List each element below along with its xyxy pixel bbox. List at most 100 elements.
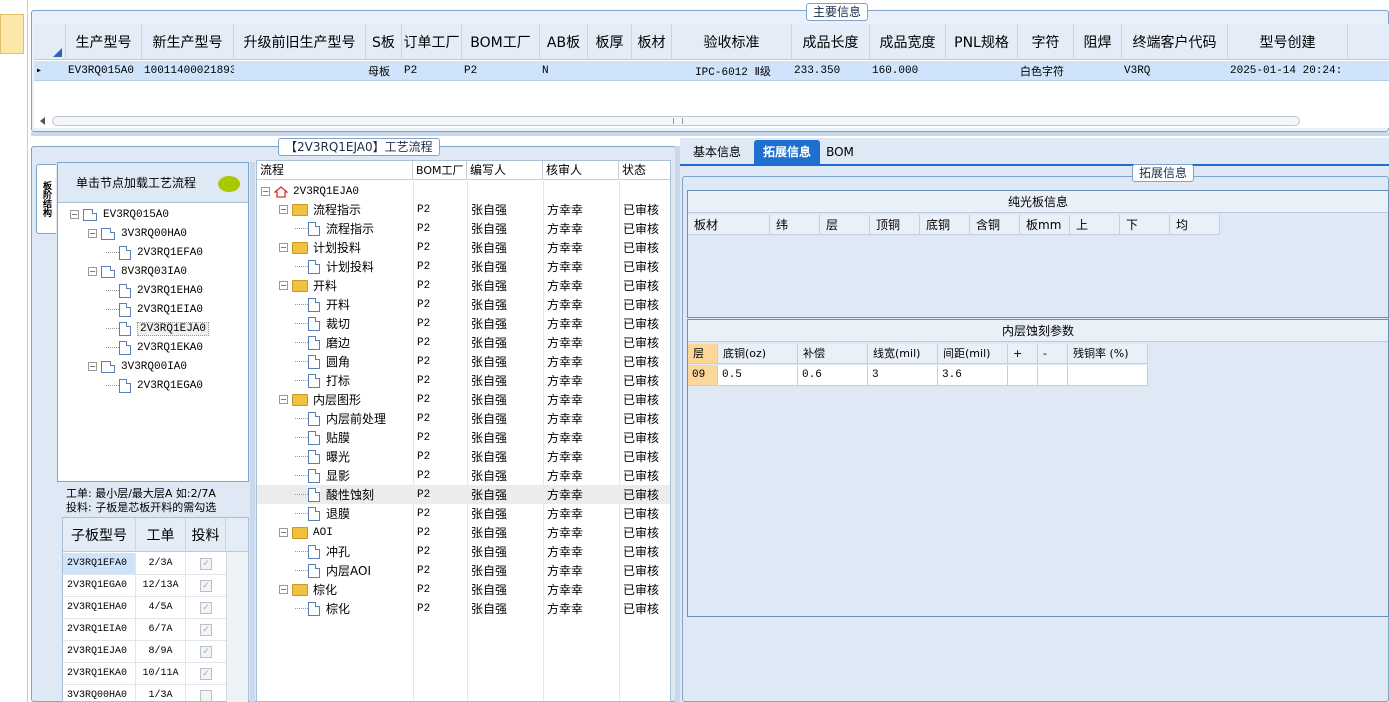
sub-table-scroll[interactable]	[226, 552, 248, 702]
sub-table-row[interactable]: 2V3RQ1EGA0 12/13A ✓	[63, 575, 228, 597]
feed-checkbox[interactable]: ✓	[200, 645, 212, 658]
main-col-header[interactable]: S板	[366, 24, 402, 60]
tree-node[interactable]: 2V3RQ1EFA0	[106, 243, 203, 262]
flow-step-node[interactable]: 显影	[295, 466, 350, 485]
flow-step-node[interactable]: 棕化	[295, 599, 350, 618]
main-col-header[interactable]: 板材	[632, 24, 672, 60]
main-col-header[interactable]: 终端客户代码	[1122, 24, 1228, 60]
etch-col-header[interactable]: +	[1008, 344, 1038, 364]
bare-col-header[interactable]: 含铜	[970, 215, 1020, 235]
flow-row[interactable]: 圆角 P2 张自强 方幸幸 已审核	[257, 352, 670, 371]
flow-col-header[interactable]: BOM工厂	[413, 161, 467, 180]
flow-row[interactable]: 冲孔 P2 张自强 方幸幸 已审核	[257, 542, 670, 561]
flow-step-node[interactable]: 贴膜	[295, 428, 350, 447]
collapse-toggle-icon[interactable]: −	[88, 229, 97, 238]
main-col-header[interactable]: 新生产型号	[142, 24, 234, 60]
main-col-header[interactable]: 成品宽度	[870, 24, 946, 60]
flow-row[interactable]: 贴膜 P2 张自强 方幸幸 已审核	[257, 428, 670, 447]
flow-step-node[interactable]: − 计划投料	[279, 238, 361, 257]
flow-step-node[interactable]: 内层前处理	[295, 409, 386, 428]
etch-cell[interactable]: 0.5	[718, 365, 798, 386]
flow-row[interactable]: − 流程指示 P2 张自强 方幸幸 已审核	[257, 200, 670, 219]
flow-row[interactable]: 开料 P2 张自强 方幸幸 已审核	[257, 295, 670, 314]
etch-cell[interactable]	[1068, 365, 1148, 386]
feed-checkbox[interactable]: ✓	[200, 601, 212, 614]
flow-step-node[interactable]: − 内层图形	[279, 390, 361, 409]
tree-node[interactable]: − 3V3RQ00HA0	[88, 224, 187, 243]
main-grid-row[interactable]: ▸ EV3RQ015A0 10011400021893 母板 P2 P2 N IPC-601…	[34, 61, 1389, 81]
flow-row[interactable]: 曝光 P2 张自强 方幸幸 已审核	[257, 447, 670, 466]
feed-checkbox[interactable]	[200, 689, 212, 701]
bare-col-header[interactable]: 下	[1120, 215, 1170, 235]
flow-col-header[interactable]: 核审人	[543, 161, 619, 180]
bare-col-header[interactable]: 板mm	[1020, 215, 1070, 235]
collapse-toggle-icon[interactable]: −	[279, 243, 288, 252]
main-col-header[interactable]: 验收标准	[672, 24, 792, 60]
tree-node[interactable]: 2V3RQ1EHA0	[106, 281, 203, 300]
tab-extended[interactable]: 拓展信息	[754, 140, 820, 164]
flow-step-node[interactable]: 冲孔	[295, 542, 350, 561]
main-col-header[interactable]: 生产型号	[66, 24, 142, 60]
flow-step-node[interactable]: − 棕化	[279, 580, 337, 599]
flow-row[interactable]: 退膜 P2 张自强 方幸幸 已审核	[257, 504, 670, 523]
flow-row[interactable]: 内层AOI P2 张自强 方幸幸 已审核	[257, 561, 670, 580]
tree-node[interactable]: 2V3RQ1EGA0	[106, 376, 203, 395]
feed-checkbox[interactable]: ✓	[200, 557, 212, 570]
tree-node[interactable]: − 8V3RQ03IA0	[88, 262, 187, 281]
etch-col-header[interactable]: -	[1038, 344, 1068, 364]
tree-node[interactable]: 2V3RQ1EIA0	[106, 300, 203, 319]
main-col-header[interactable]: 阻焊	[1074, 24, 1122, 60]
flow-row[interactable]: − 计划投料 P2 张自强 方幸幸 已审核	[257, 238, 670, 257]
tree-node[interactable]: 2V3RQ1EJA0	[106, 319, 210, 338]
side-tab-board-structure[interactable]: 板阶结构	[36, 164, 56, 234]
collapse-toggle-icon[interactable]: −	[279, 281, 288, 290]
main-col-header[interactable]: 字符	[1018, 24, 1074, 60]
collapse-toggle-icon[interactable]: −	[279, 585, 288, 594]
collapse-toggle-icon[interactable]: −	[88, 267, 97, 276]
sub-table-row[interactable]: 2V3RQ1EFA0 2/3A ✓	[63, 553, 228, 575]
flow-row[interactable]: 棕化 P2 张自强 方幸幸 已审核	[257, 599, 670, 618]
tree-node[interactable]: 2V3RQ1EKA0	[106, 338, 203, 357]
etch-col-header[interactable]: 间距(mil)	[938, 344, 1008, 364]
etch-cell[interactable]: 0.6	[798, 365, 868, 386]
flow-row[interactable]: − AOI P2 张自强 方幸幸 已审核	[257, 523, 670, 542]
etch-col-header[interactable]: 线宽(mil)	[868, 344, 938, 364]
bare-col-header[interactable]: 均	[1170, 215, 1220, 235]
sub-table-row[interactable]: 2V3RQ1EIA0 6/7A ✓	[63, 619, 228, 641]
main-col-header[interactable]: 订单工厂	[402, 24, 462, 60]
main-col-header[interactable]: 成品长度	[792, 24, 870, 60]
flow-step-node[interactable]: − 开料	[279, 276, 337, 295]
sub-table-row[interactable]: 2V3RQ1EHA0 4/5A ✓	[63, 597, 228, 619]
flow-step-node[interactable]: 计划投料	[295, 257, 374, 276]
flow-row[interactable]: 打标 P2 张自强 方幸幸 已审核	[257, 371, 670, 390]
splitter-left-panel[interactable]	[250, 162, 255, 702]
etch-cell[interactable]: 3.6	[938, 365, 1008, 386]
sub-table-row[interactable]: 2V3RQ1EKA0 10/11A ✓	[63, 663, 228, 685]
main-h-scrollbar[interactable]	[52, 116, 1300, 126]
main-col-header[interactable]: 升级前旧生产型号	[234, 24, 366, 60]
collapse-toggle-icon[interactable]: −	[70, 210, 79, 219]
scroll-left-icon[interactable]	[40, 117, 45, 125]
flow-row[interactable]: 显影 P2 张自强 方幸幸 已审核	[257, 466, 670, 485]
etch-cell[interactable]	[1008, 365, 1038, 386]
collapse-toggle-icon[interactable]: −	[279, 395, 288, 404]
flow-col-header[interactable]: 状态	[619, 161, 670, 180]
bare-col-header[interactable]: 上	[1070, 215, 1120, 235]
etch-col-header[interactable]: 残铜率 (%)	[1068, 344, 1148, 364]
etch-cell[interactable]: 09	[688, 365, 718, 386]
sub-col-header[interactable]: 工单	[136, 518, 186, 552]
collapse-toggle-icon[interactable]: −	[261, 187, 270, 196]
flow-row[interactable]: 流程指示 P2 张自强 方幸幸 已审核	[257, 219, 670, 238]
flow-step-node[interactable]: 退膜	[295, 504, 350, 523]
feed-checkbox[interactable]: ✓	[200, 623, 212, 636]
flow-row[interactable]: − 开料 P2 张自强 方幸幸 已审核	[257, 276, 670, 295]
flow-row[interactable]: 计划投料 P2 张自强 方幸幸 已审核	[257, 257, 670, 276]
tab-basic[interactable]: 基本信息	[682, 140, 752, 164]
bare-col-header[interactable]: 底铜	[920, 215, 970, 235]
main-col-header[interactable]: BOM工厂	[462, 24, 540, 60]
bare-col-header[interactable]: 顶铜	[870, 215, 920, 235]
sub-col-header[interactable]: 子板型号	[63, 518, 136, 552]
flow-col-header[interactable]: 编写人	[467, 161, 543, 180]
flow-step-node[interactable]: 磨边	[295, 333, 350, 352]
main-col-header[interactable]: 型号创建	[1228, 24, 1348, 60]
